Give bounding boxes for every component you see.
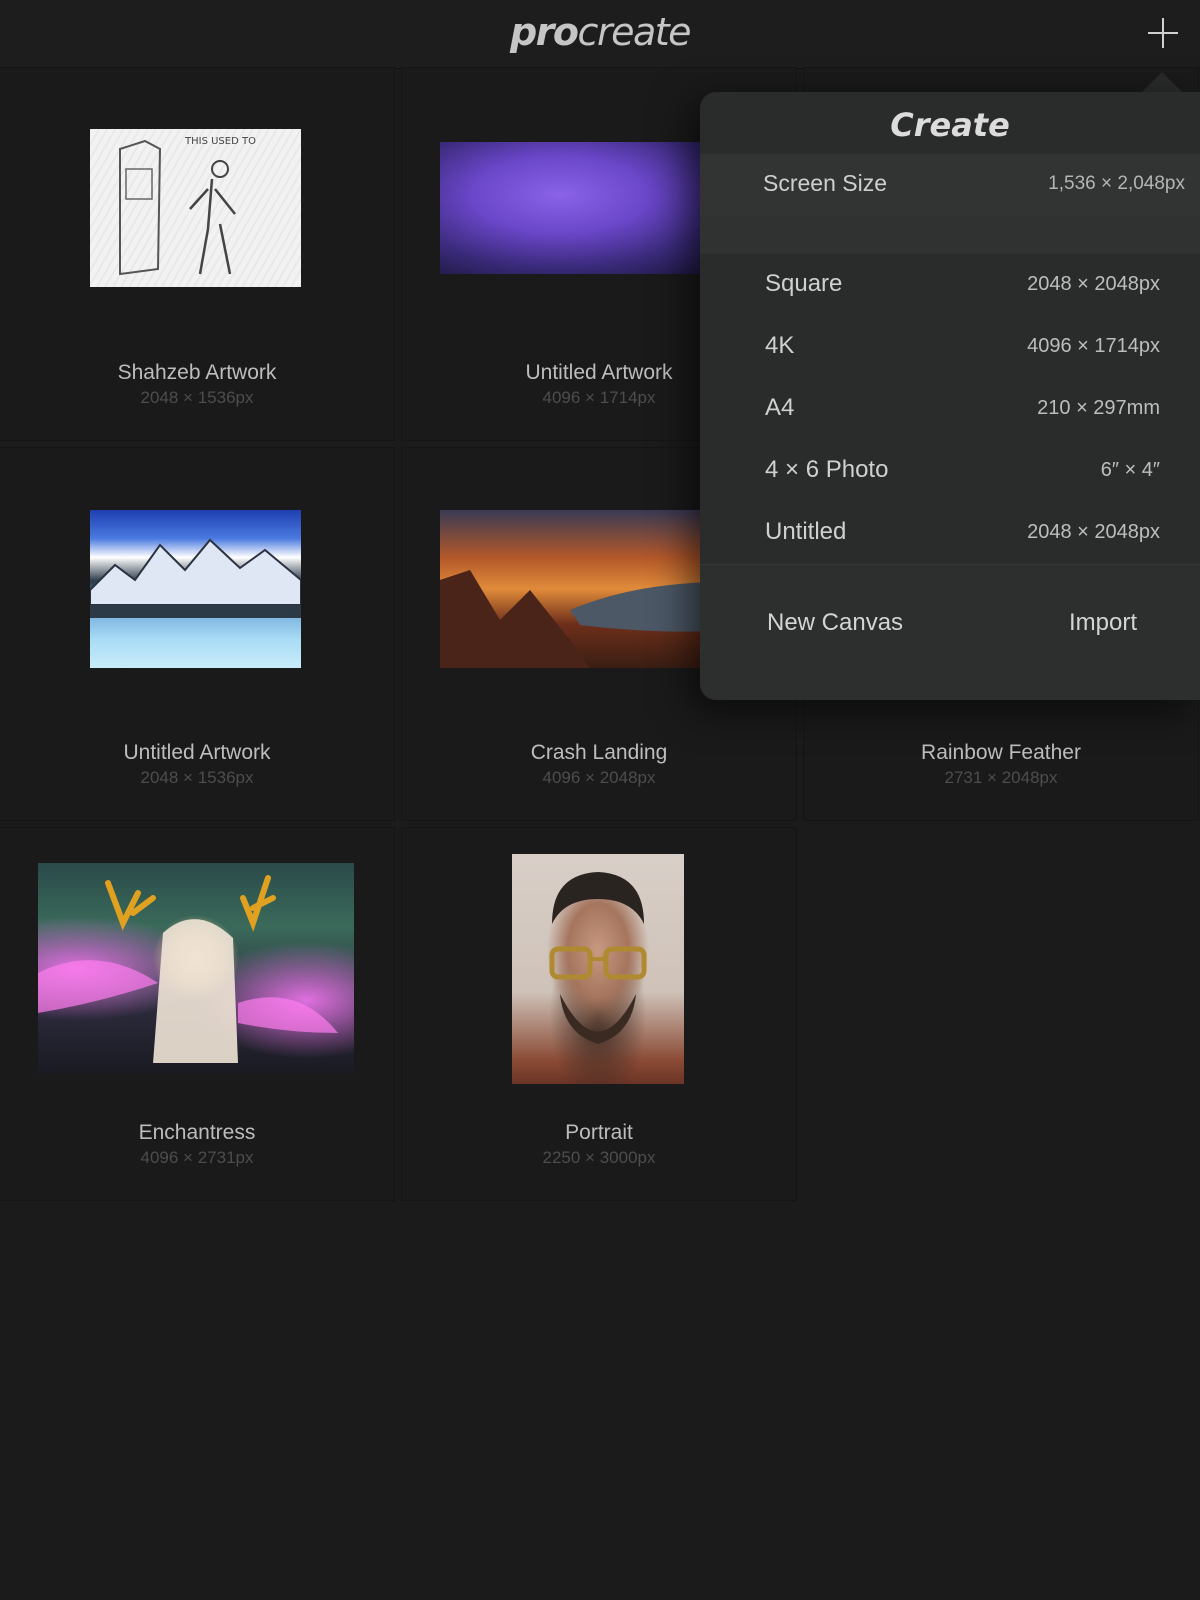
section-separator: [700, 216, 1200, 254]
screen-size-value: 1,536 × 2,048px: [1048, 173, 1185, 194]
preset-value: 210 × 297mm: [1037, 397, 1160, 419]
artwork-tile[interactable]: THIS USED TO Shahzeb Artwork 2048 × 1536…: [0, 67, 395, 441]
screen-size-option[interactable]: Screen Size 1,536 × 2,048px: [700, 154, 1200, 216]
import-button[interactable]: Import: [1069, 609, 1137, 637]
artwork-size: 2250 × 3000px: [542, 1148, 656, 1167]
preset-value: 2048 × 2048px: [1027, 521, 1160, 543]
artwork-tile[interactable]: Untitled Artwork 2048 × 1536px: [0, 447, 395, 821]
preset-label: 4 × 6 Photo: [765, 456, 889, 483]
artwork-thumbnail[interactable]: THIS USED TO: [90, 129, 301, 287]
artwork-size: 2048 × 1536px: [140, 768, 254, 787]
preset-4k[interactable]: 4K 4096 × 1714px: [700, 316, 1200, 378]
preset-a4[interactable]: A4 210 × 297mm: [700, 378, 1200, 440]
artwork-tile[interactable]: Enchantress 4096 × 2731px: [0, 827, 395, 1201]
artwork-thumbnail[interactable]: [440, 142, 740, 274]
preset-label: Square: [765, 270, 843, 297]
plus-icon[interactable]: [1146, 16, 1180, 50]
artwork-thumbnail[interactable]: [440, 510, 740, 668]
artwork-thumbnail[interactable]: [512, 854, 684, 1084]
preset-untitled[interactable]: Untitled 2048 × 2048px: [700, 502, 1200, 564]
popover-title: Create: [890, 106, 1010, 144]
preset-value: 4096 × 1714px: [1027, 335, 1160, 357]
artwork-title: Untitled Artwork: [123, 741, 271, 764]
preset-label: Untitled: [765, 518, 847, 545]
preset-list: Square 2048 × 2048px 4K 4096 × 1714px A4…: [700, 254, 1200, 564]
popover-actions: New Canvas Import: [700, 564, 1200, 700]
artwork-title: Shahzeb Artwork: [117, 361, 277, 384]
artwork-size: 2731 × 2048px: [944, 768, 1058, 787]
artwork-thumbnail[interactable]: [38, 863, 354, 1074]
artwork-size: 4096 × 2048px: [542, 768, 656, 787]
preset-label: A4: [765, 394, 795, 421]
artwork-title: Crash Landing: [530, 741, 668, 764]
preset-square[interactable]: Square 2048 × 2048px: [700, 254, 1200, 316]
app-logo: procreate: [509, 10, 692, 54]
artwork-title: Rainbow Feather: [921, 741, 1081, 764]
artwork-title: Portrait: [565, 1121, 633, 1144]
create-popover: Create Screen Size 1,536 × 2,048px Squar…: [700, 92, 1200, 700]
screen-size-label: Screen Size: [763, 170, 888, 196]
popover-arrow: [1142, 72, 1182, 92]
top-bar: procreate: [0, 0, 1200, 69]
new-canvas-button[interactable]: New Canvas: [767, 609, 903, 637]
preset-label: 4K: [765, 332, 795, 359]
preset-value: 2048 × 2048px: [1027, 273, 1160, 295]
artwork-size: 2048 × 1536px: [140, 388, 254, 407]
artwork-tile[interactable]: Portrait 2250 × 3000px: [401, 827, 797, 1201]
artwork-thumbnail[interactable]: [90, 510, 301, 668]
svg-text:THIS USED TO: THIS USED TO: [184, 136, 256, 147]
artwork-title: Enchantress: [138, 1121, 256, 1144]
preset-4x6-photo[interactable]: 4 × 6 Photo 6″ × 4″: [700, 440, 1200, 502]
preset-value: 6″ × 4″: [1100, 459, 1160, 481]
artwork-size: 4096 × 2731px: [140, 1148, 254, 1167]
